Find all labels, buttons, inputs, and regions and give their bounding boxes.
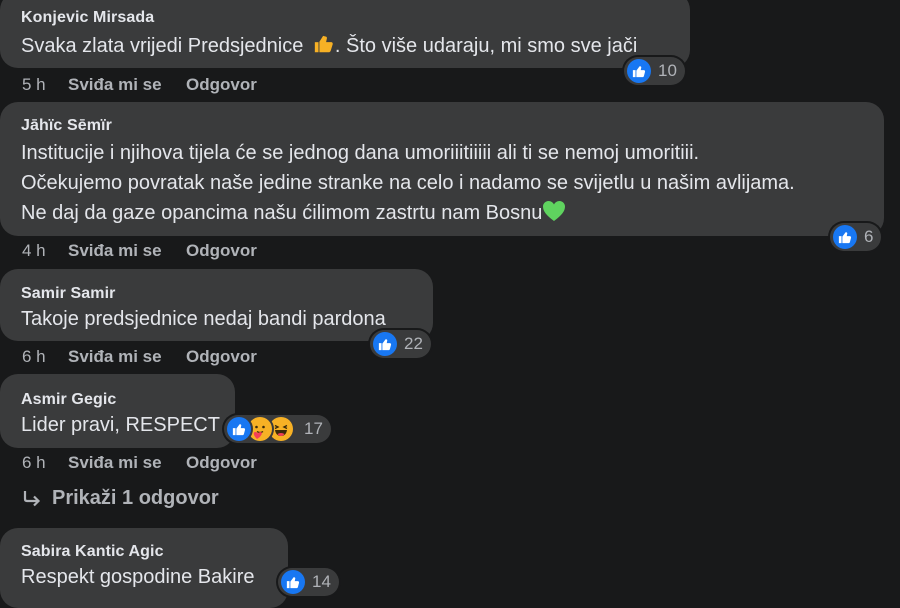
thumbs-up-icon [833,225,857,249]
like-button[interactable]: Sviđa mi se [68,453,186,473]
like-button[interactable]: Sviđa mi se [68,241,186,261]
comment-actions: 6 h Sviđa mi se Odgovor [22,453,257,473]
view-replies-link[interactable]: Prikaži 1 odgovor [22,487,219,510]
reply-arrow-icon [22,490,42,508]
thumbs-up-icon [281,570,305,594]
thumbs-up-icon [627,59,651,83]
comment-author[interactable]: Sabira Kantic Agic [21,542,276,562]
comment-actions: 5 h Sviđa mi se Odgovor [22,75,257,95]
comment-timestamp[interactable]: 5 h [22,75,68,95]
comment-bubble: Konjevic Mirsada Svaka zlata vrijedi Pre… [0,0,690,68]
haha-emoji-icon [269,417,293,441]
view-replies-label: Prikaži 1 odgovor [52,487,219,509]
reaction-count: 22 [404,334,423,353]
like-button[interactable]: Sviđa mi se [68,75,186,95]
comment-author[interactable]: Asmir Gegic [21,390,223,410]
reaction-count: 6 [864,227,874,246]
like-button[interactable]: Sviđa mi se [68,347,186,367]
comment-bubble: Samir Samir Takoje predsjednice nedaj ba… [0,269,433,341]
thumbs-up-icon [227,417,251,441]
comment-text: Takoje predsjednice nedaj bandi pardona [21,308,386,330]
comment-timestamp[interactable]: 6 h [22,347,68,367]
reaction-count: 10 [658,61,677,80]
comment-author[interactable]: Samir Samir [21,284,421,304]
reaction-summary[interactable]: 22 [370,330,431,358]
reaction-summary[interactable]: 10 [624,57,685,85]
reaction-count: 17 [304,419,323,438]
reply-button[interactable]: Odgovor [186,453,257,473]
comment-text: Lider pravi, RESPECT [21,414,220,436]
reply-button[interactable]: Odgovor [186,347,257,367]
reaction-summary[interactable]: 17 [224,415,331,443]
comment-text: Svaka zlata vrijedi Predsjednice . Što v… [21,31,678,64]
reaction-count: 14 [312,572,331,591]
reaction-summary[interactable]: 6 [830,223,882,251]
comment-author[interactable]: Konjevic Mirsada [21,8,678,28]
thumbs-up-emoji [313,33,335,64]
comment-bubble: Jāhïc Sēmïr Institucije i njihova tijela… [0,102,884,236]
comment-actions: 6 h Sviđa mi se Odgovor [22,347,257,367]
care-emoji-icon [248,417,272,441]
reply-button[interactable]: Odgovor [186,75,257,95]
comment-author[interactable]: Jāhïc Sēmïr [21,116,872,136]
green-heart-emoji [542,200,566,231]
comment-text: Respekt gospodine Bakire [21,566,255,588]
reply-button[interactable]: Odgovor [186,241,257,261]
thumbs-up-icon [373,332,397,356]
comment-timestamp[interactable]: 6 h [22,453,68,473]
reaction-summary[interactable]: 14 [278,568,339,596]
comment-bubble: Asmir Gegic Lider pravi, RESPECT [0,374,235,448]
comment-actions: 4 h Sviđa mi se Odgovor [22,241,257,261]
comment-timestamp[interactable]: 4 h [22,241,68,261]
comment-text: Institucije i njihova tijela će se jedno… [21,138,872,231]
comment-bubble: Sabira Kantic Agic Respekt gospodine Bak… [0,528,288,608]
